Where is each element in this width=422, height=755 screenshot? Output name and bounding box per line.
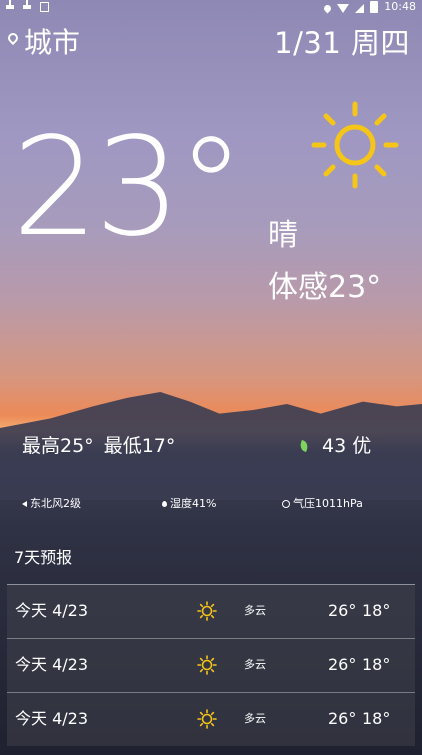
- forecast-high: 26°: [328, 655, 357, 674]
- air-quality[interactable]: 43 优: [298, 432, 372, 460]
- humidity-detail: 湿度41%: [162, 496, 216, 512]
- cellular-icon: [355, 3, 365, 13]
- sun-icon: [197, 709, 217, 729]
- forecast-high: 26°: [328, 601, 357, 620]
- location-pin-icon: [5, 30, 21, 46]
- date-label: 1/31 周四: [274, 26, 410, 60]
- forecast-row[interactable]: 今天 4/23 多云 26° 18°: [7, 638, 415, 692]
- forecast-desc: 多云: [244, 604, 266, 617]
- wind-label: 东北风2级: [30, 497, 81, 510]
- forecast-title: 7天预报: [14, 548, 73, 567]
- forecast-list: 今天 4/23 多云 26° 18° 今天 4/23 多云 26° 18° 今天…: [7, 584, 415, 746]
- forecast-low: 18°: [362, 709, 391, 728]
- forecast-row[interactable]: 今天 4/23 多云 26° 18°: [7, 584, 415, 638]
- low-temp: 最低17°: [103, 435, 176, 457]
- wifi-icon: [337, 3, 350, 13]
- city-name[interactable]: 城市: [24, 26, 80, 60]
- feels-like: 体感23°: [268, 270, 382, 305]
- sun-icon: [197, 601, 217, 621]
- pressure-icon: [282, 500, 290, 508]
- forecast-day: 今天 4/23: [15, 709, 89, 728]
- forecast-day: 今天 4/23: [15, 655, 89, 674]
- forecast-desc: 多云: [244, 712, 266, 725]
- pressure-detail: 气压1011hPa: [282, 496, 363, 512]
- location-icon: [322, 3, 333, 13]
- status-bar: 10:48: [0, 0, 422, 14]
- forecast-high: 26°: [328, 709, 357, 728]
- forecast-desc: 多云: [244, 658, 266, 671]
- leaf-icon: [298, 439, 310, 453]
- pressure-label: 气压1011hPa: [293, 497, 363, 510]
- download-icon: [6, 0, 15, 11]
- battery-icon: [370, 1, 379, 13]
- humidity-icon: [162, 501, 167, 507]
- high-temp: 最高25°: [22, 435, 94, 457]
- weather-details: 东北风2级 湿度41% 气压1011hPa: [0, 496, 422, 512]
- forecast-day: 今天 4/23: [15, 601, 89, 620]
- wind-detail: 东北风2级: [22, 496, 81, 512]
- forecast-row[interactable]: 今天 4/23 多云 26° 18°: [7, 692, 415, 746]
- current-temperature: 23°: [12, 109, 245, 267]
- location-selector[interactable]: 城市: [5, 26, 80, 60]
- status-time: 10:48: [384, 0, 416, 13]
- humidity-label: 湿度41%: [170, 497, 217, 510]
- forecast-low: 18°: [362, 655, 391, 674]
- image-icon: [40, 2, 49, 12]
- weather-condition: 晴: [268, 218, 298, 253]
- sun-icon: [311, 101, 399, 189]
- sun-icon: [197, 655, 217, 675]
- wind-icon: [22, 501, 27, 507]
- forecast-low: 18°: [362, 601, 391, 620]
- high-low-temps: 最高25° 最低17°: [22, 432, 175, 460]
- download-icon: [23, 0, 32, 11]
- aqi-value: 43 优: [322, 435, 372, 457]
